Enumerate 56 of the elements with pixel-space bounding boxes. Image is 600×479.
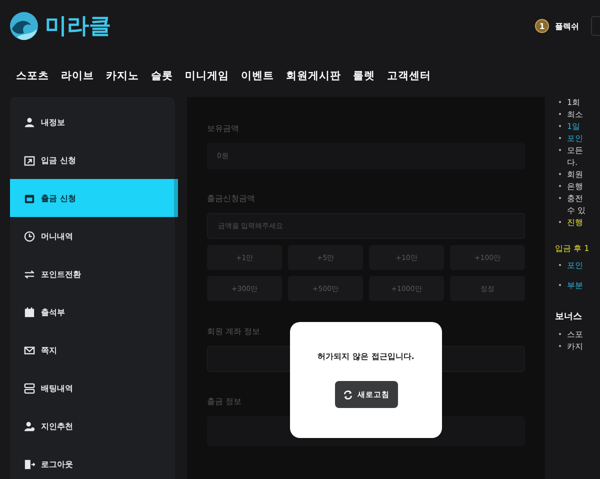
field-label: 출금신청금액 — [207, 193, 256, 204]
nav-link[interactable]: 고객센터 — [387, 69, 431, 88]
section-title: 입금 후 1 — [555, 243, 590, 254]
sidebar-item[interactable]: 로그아웃 — [10, 445, 175, 479]
nav-link[interactable]: 스포츠 — [16, 69, 49, 88]
sidebar-item[interactable]: 포인트전환 — [10, 255, 175, 293]
arrow-box-icon — [24, 154, 35, 166]
notice-text: 카지 — [567, 341, 583, 353]
alert-message: 허가되지 않은 접근입니다. — [318, 351, 414, 362]
notice-text: 모든 — [567, 145, 583, 157]
nav-link[interactable]: 라이브 — [61, 69, 94, 88]
sidebar-item[interactable]: 출석부 — [10, 293, 175, 331]
section-title: 보너스 — [555, 311, 583, 323]
refresh-icon — [342, 390, 352, 400]
sidebar-item[interactable]: 쪽지 — [10, 331, 175, 369]
notice-text: 은행 — [567, 181, 583, 193]
notice-text: 수 있 — [567, 205, 586, 217]
notice-text: 포인 — [567, 133, 583, 145]
notice-text: 충전 — [567, 193, 584, 205]
notice-text: 회원 — [567, 169, 583, 181]
person-icon — [24, 116, 35, 128]
field-label: 보유금액 — [207, 123, 240, 134]
nav-link[interactable]: 이벤트 — [241, 69, 274, 88]
list-icon — [24, 382, 35, 394]
level-badge: 1 — [535, 19, 549, 33]
field-label: 회원 계좌 정보 — [207, 326, 262, 337]
notice-text: 진행 — [567, 217, 583, 229]
sidebar-item[interactable]: 입금 신청 — [10, 141, 175, 179]
calendar-icon — [24, 306, 35, 318]
site-logo-text[interactable]: 미라클 — [45, 11, 111, 41]
sidebar-item[interactable]: 배팅내역 — [10, 369, 175, 407]
nav-link[interactable]: 회원게시판 — [286, 69, 341, 88]
clock-icon — [24, 230, 35, 242]
sidebar-item[interactable]: 머니내역 — [10, 217, 175, 255]
wallet-icon — [24, 192, 35, 204]
notice-text: 최소 — [567, 109, 583, 121]
sidebar-item[interactable]: 지인추천 — [10, 407, 175, 445]
nav-link[interactable]: 룰렛 — [353, 69, 375, 88]
nav-link[interactable]: 카지노 — [106, 69, 139, 88]
notice-text: 1회 — [567, 97, 580, 109]
nav-link[interactable]: 슬롯 — [151, 69, 173, 88]
field-label: 출금 정보 — [207, 396, 243, 407]
people-icon — [24, 420, 35, 432]
username[interactable]: 플렉쉬 — [555, 20, 579, 32]
door-icon — [24, 458, 35, 470]
notice-text: 포인 — [567, 260, 583, 272]
mail-icon — [24, 344, 35, 356]
wave-logo-icon — [9, 11, 39, 41]
swap-icon — [24, 268, 35, 280]
notice-text: 부분 — [567, 280, 583, 292]
sidebar-item[interactable]: 출금 신청 — [10, 179, 178, 217]
notice-text: 다. — [567, 157, 579, 169]
notice-text: 1일 — [567, 121, 580, 133]
nav-link[interactable]: 미니게임 — [185, 69, 229, 88]
sidebar-item[interactable]: 내정보 — [10, 103, 175, 141]
notice-text: 스포 — [567, 329, 583, 341]
